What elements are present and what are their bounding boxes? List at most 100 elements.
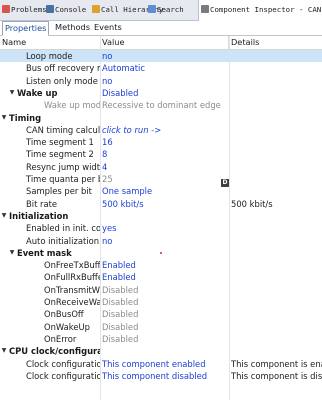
property-row[interactable]: Enabled in init. codeyes	[0, 222, 322, 234]
property-value[interactable]: Disabled	[102, 87, 228, 99]
property-value	[102, 247, 228, 259]
property-value[interactable]: Automatic	[102, 62, 228, 74]
tab-methods[interactable]: Methods	[53, 21, 92, 34]
details-icon[interactable]: D	[221, 179, 229, 187]
property-details	[231, 62, 322, 74]
property-name: Enabled in init. code	[26, 223, 100, 234]
call-hierarchy-icon	[92, 5, 100, 13]
expand-chevron-icon[interactable]: ▼	[0, 210, 8, 222]
property-value[interactable]: 8	[102, 148, 228, 160]
property-details	[231, 321, 322, 333]
property-name: Initialization	[9, 210, 69, 221]
property-value[interactable]: This component enabled	[102, 358, 228, 370]
property-details	[231, 99, 322, 111]
expand-chevron-icon[interactable]: ▼	[0, 112, 8, 124]
property-details	[231, 75, 322, 87]
problems-icon	[2, 5, 10, 13]
property-value[interactable]: no	[102, 75, 228, 87]
property-name: OnBusOff	[44, 309, 84, 320]
expand-chevron-icon[interactable]: ▼	[8, 87, 16, 99]
property-row[interactable]: Bus off recovery modeAutomatic	[0, 62, 322, 74]
property-row[interactable]: Time segment 1 16	[0, 136, 322, 148]
property-row[interactable]: OnFreeTxBufferEnabled	[0, 259, 322, 271]
property-value[interactable]: Disabled	[102, 296, 228, 308]
property-value[interactable]: no	[102, 50, 228, 62]
property-details	[231, 296, 322, 308]
column-header-name[interactable]: Name	[0, 36, 101, 49]
property-row[interactable]: Time segment 2 8	[0, 148, 322, 160]
property-details: This component is disabled	[231, 370, 322, 381]
property-value[interactable]: yes	[102, 222, 228, 234]
property-row[interactable]: Clock configuration 0This component enab…	[0, 358, 322, 370]
property-row[interactable]: Wake up modeRecessive to dominant edge	[0, 99, 322, 111]
property-value[interactable]: 500 kbit/s	[102, 198, 228, 210]
property-row[interactable]: OnTransmitWarningDisabled	[0, 284, 322, 296]
property-value[interactable]: click to run ->	[102, 124, 228, 136]
property-details	[231, 247, 322, 259]
property-details	[231, 50, 322, 62]
property-value[interactable]: Recessive to dominant edge	[102, 99, 228, 111]
view-tab-label: Problems	[11, 5, 47, 14]
property-value[interactable]: 16	[102, 136, 228, 148]
property-value[interactable]: Enabled	[102, 271, 228, 283]
property-row[interactable]: Listen only mode no	[0, 75, 322, 87]
view-tab-search[interactable]: Search	[148, 0, 184, 20]
property-details	[231, 185, 322, 197]
tab-properties[interactable]: Properties	[2, 21, 50, 36]
property-details	[231, 345, 322, 357]
view-tab-label: Search	[157, 5, 184, 14]
property-value[interactable]: no	[102, 235, 228, 247]
view-tab-console[interactable]: Console	[46, 0, 86, 20]
property-row[interactable]: Auto initialization no	[0, 235, 322, 247]
property-row[interactable]: OnWakeUp Disabled	[0, 321, 322, 333]
expand-chevron-icon[interactable]: ▼	[8, 247, 16, 259]
property-value	[102, 345, 228, 357]
property-row[interactable]: OnError Disabled	[0, 333, 322, 345]
property-value[interactable]: 25	[102, 173, 228, 185]
group-row[interactable]: ▼ Wake up Disabled	[0, 87, 322, 99]
section-row[interactable]: ▼CPU clock/configuration	[0, 345, 322, 357]
property-details	[231, 333, 322, 345]
property-name: Clock configuration 1	[26, 370, 100, 381]
property-details	[231, 271, 322, 283]
property-row[interactable]: Bit rate 500 kbit/s 500 kbit/s	[0, 198, 322, 210]
property-row[interactable]: Samples per bit One sample	[0, 185, 322, 197]
property-row[interactable]: OnBusOff Disabled	[0, 308, 322, 320]
property-details	[231, 284, 322, 296]
property-value[interactable]: Disabled	[102, 284, 228, 296]
property-name: Resync jump width	[26, 161, 100, 172]
property-row[interactable]: OnFullRxBufferEnabled	[0, 271, 322, 283]
column-header-value[interactable]: Value	[100, 36, 229, 49]
property-details	[231, 161, 322, 173]
property-details: 500 kbit/s	[231, 198, 273, 209]
property-value[interactable]: Enabled	[102, 259, 228, 271]
property-row[interactable]: Time quanta per bit25	[0, 173, 322, 185]
property-value[interactable]: Disabled	[102, 308, 228, 320]
expand-chevron-icon[interactable]: ▼	[0, 345, 8, 357]
tab-events[interactable]: Events	[92, 21, 124, 34]
property-details	[231, 210, 322, 222]
property-name: Time quanta per bit	[26, 174, 100, 184]
property-details	[231, 222, 322, 234]
property-value[interactable]: 4	[102, 161, 228, 173]
section-row[interactable]: ▼ Timing	[0, 112, 322, 124]
view-tab-component-inspector-can1[interactable]: Component Inspector - CAN1	[198, 0, 322, 21]
section-row[interactable]: ▼ Initialization	[0, 210, 322, 222]
property-value[interactable]: Disabled	[102, 333, 228, 345]
property-row[interactable]: Resync jump width 4	[0, 161, 322, 173]
property-value[interactable]: Disabled	[102, 321, 228, 333]
property-row[interactable]: OnReceiveWarningDisabled	[0, 296, 322, 308]
property-value[interactable]: One sample	[102, 185, 228, 197]
property-details	[231, 87, 322, 99]
view-tab-problems[interactable]: Problems	[2, 0, 47, 20]
column-header-details[interactable]: Details	[229, 36, 322, 49]
property-value	[102, 210, 228, 222]
property-name: Timing	[9, 112, 42, 123]
component-inspector-icon	[201, 5, 209, 13]
property-row[interactable]: Clock configuration 1This component disa…	[0, 370, 322, 382]
property-row[interactable]: CAN timing calculatorclick to run ->	[0, 124, 322, 136]
property-value[interactable]: This component disabled	[102, 370, 228, 382]
property-name: Wake up mode	[44, 100, 100, 111]
error-marker	[160, 252, 162, 254]
property-row[interactable]: Loop mode no	[0, 50, 322, 62]
